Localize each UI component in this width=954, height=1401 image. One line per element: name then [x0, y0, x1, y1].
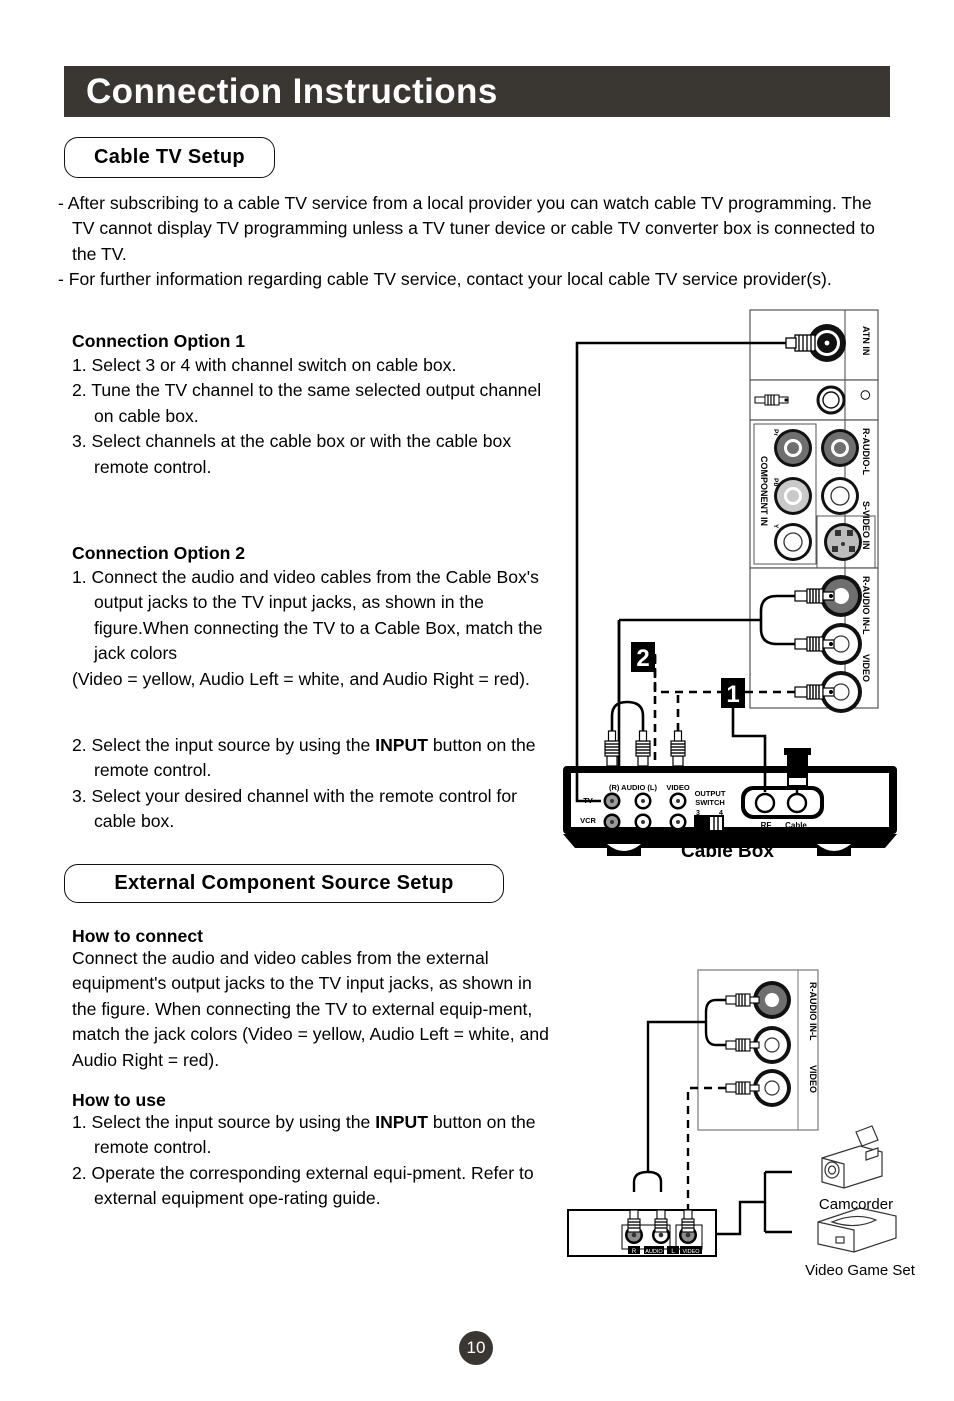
label-cable: Cable — [785, 821, 807, 830]
label-cablebox-vcr: VCR — [580, 816, 596, 825]
option2-step-1: 1. Connect the audio and video cables fr… — [72, 567, 543, 664]
badge-1: 1 — [726, 681, 739, 708]
label-output: OUTPUT — [695, 789, 726, 798]
option2-step-2-input-bold: INPUT — [375, 735, 428, 755]
figure-caption-cable-box: Cable Box — [681, 841, 774, 862]
manual-page: Connection Instructions Cable TV Setup -… — [0, 0, 954, 1401]
label-dev-r: R — [632, 1249, 637, 1255]
badge-2: 2 — [636, 645, 649, 672]
how-to-connect-body: Connect the audio and video cables from … — [72, 948, 549, 1070]
label-atn-in: ATN IN — [861, 326, 871, 355]
intro-bullet-2: - For further information regarding cabl… — [58, 269, 832, 290]
figure-external-component-connection: R-AUDIO IN-L VIDEO R AUDIO L VIDEO Camco… — [560, 960, 950, 1285]
label-ext-r-audio-in-l: R-AUDIO IN-L — [808, 982, 818, 1041]
label-r-audio-l: R-AUDIO-L — [861, 428, 871, 475]
label-r-audio-in-l: R-AUDIO IN-L — [861, 576, 871, 635]
connection-option-2-steps-23: 2. Select the input source by using the … — [72, 733, 552, 835]
use-step-1: 1. Select the input source by using the … — [72, 1110, 562, 1161]
option1-step-3: 3. Select channels at the cable box or w… — [72, 431, 512, 477]
connection-option-1-steps: 1. Select 3 or 4 with channel switch on … — [72, 353, 552, 480]
label-rf: RF — [761, 821, 772, 830]
intro-paragraphs: - After subscribing to a cable TV servic… — [58, 191, 898, 293]
label-ext-video: VIDEO — [808, 1065, 818, 1093]
section-heading-label-external: External Component Source Setup — [114, 872, 454, 894]
label-cablebox-audio: (R) AUDIO (L) — [609, 783, 658, 792]
label-component-in: COMPONENT IN — [759, 456, 769, 526]
option1-step-1: 1. Select 3 or 4 with channel switch on … — [72, 355, 457, 375]
label-video-game-set: Video Game Set — [805, 1262, 916, 1279]
connection-option-2-heading: Connection Option 2 — [72, 543, 245, 563]
intro-bullet-1: - After subscribing to a cable TV servic… — [58, 193, 875, 264]
connection-option-1-heading: Connection Option 1 — [72, 331, 245, 351]
label-pr: Pr — [772, 429, 779, 436]
use-step-1-pre: 1. Select the input source by using the — [72, 1112, 376, 1132]
page-number: 10 — [459, 1331, 493, 1365]
label-s-video-in: S-VIDEO IN — [861, 501, 871, 550]
label-dev-video: VIDEO — [682, 1249, 700, 1255]
label-dev-audio: AUDIO — [645, 1249, 663, 1255]
option2-step-3: 3. Select your desired channel with the … — [72, 785, 517, 832]
label-headphone: ◯ — [860, 390, 871, 400]
label-y: Y — [772, 524, 779, 529]
connection-option-2-step1: 1. Connect the audio and video cables fr… — [72, 565, 552, 692]
use-step-2: 2. Operate the corresponding external eq… — [72, 1162, 534, 1209]
label-switch: SWITCH — [695, 798, 725, 807]
option1-step-2: 2. Tune the TV channel to the same selec… — [72, 380, 542, 426]
figure-cable-tv-connection: ATN IN ◯ R-AUDIO-L S-VIDEO IN R-AUDIO IN… — [555, 296, 900, 866]
label-cablebox-video: VIDEO — [666, 783, 690, 792]
how-to-use-steps: 1. Select the input source by using the … — [72, 1110, 562, 1212]
section-heading-label: Cable TV Setup — [94, 146, 245, 168]
option2-step-2-pre: 2. Select the input source by using the — [72, 735, 376, 755]
section-heading-cable-tv-setup: Cable TV Setup — [64, 137, 275, 178]
option2-step-2: 2. Select the input source by using the … — [72, 733, 552, 784]
section-heading-external-component-source-setup: External Component Source Setup — [64, 864, 504, 903]
page-title: Connection Instructions — [86, 72, 498, 111]
label-video: VIDEO — [861, 654, 871, 682]
label-camcorder: Camcorder — [819, 1196, 893, 1213]
option2-step-1-colors: (Video = yellow, Audio Left = white, and… — [72, 668, 530, 689]
use-step-1-input-bold: INPUT — [375, 1112, 428, 1132]
